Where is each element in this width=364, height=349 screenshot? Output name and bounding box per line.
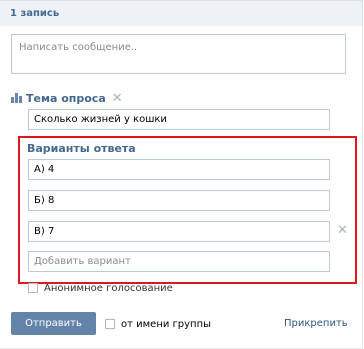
- poll-chart-icon: [11, 93, 22, 103]
- message-input[interactable]: Написать сообщение..: [11, 34, 346, 74]
- answers-title: Варианты ответа: [27, 142, 136, 155]
- answer-input-2[interactable]: Б) 8: [28, 190, 330, 211]
- remove-answer-x-icon[interactable]: ✕: [337, 224, 348, 237]
- add-answer-input[interactable]: Добавить вариант: [28, 251, 330, 272]
- poll-topic-input[interactable]: Сколько жизней у кошки: [28, 109, 330, 130]
- add-answer-placeholder: Добавить вариант: [34, 256, 131, 267]
- answer-input-3[interactable]: В) 7: [28, 221, 330, 242]
- remove-poll-x-icon[interactable]: ✕: [112, 92, 123, 105]
- group-label: от имени группы: [121, 318, 212, 330]
- answer-input-1[interactable]: А) 4: [28, 159, 330, 180]
- message-placeholder: Написать сообщение..: [19, 42, 138, 53]
- send-button[interactable]: Отправить: [11, 312, 96, 335]
- top-bar: 1 запись: [0, 0, 363, 27]
- attach-link[interactable]: Прикрепить: [284, 318, 348, 329]
- anonymous-vote-row[interactable]: Анонимное голосование: [28, 282, 173, 294]
- poll-topic-value: Сколько жизней у кошки: [34, 114, 167, 125]
- group-checkbox[interactable]: [105, 319, 115, 329]
- answer-value-3: В) 7: [34, 226, 55, 237]
- answer-value-2: Б) 8: [34, 195, 55, 206]
- poll-title: Тема опроса: [26, 91, 106, 105]
- record-count: 1 запись: [10, 8, 60, 19]
- anonymous-checkbox[interactable]: [28, 283, 38, 293]
- answer-value-1: А) 4: [34, 164, 55, 175]
- group-option-row[interactable]: от имени группы: [105, 318, 211, 330]
- poll-header: Тема опроса ✕: [11, 91, 123, 105]
- anonymous-label: Анонимное голосование: [44, 282, 173, 294]
